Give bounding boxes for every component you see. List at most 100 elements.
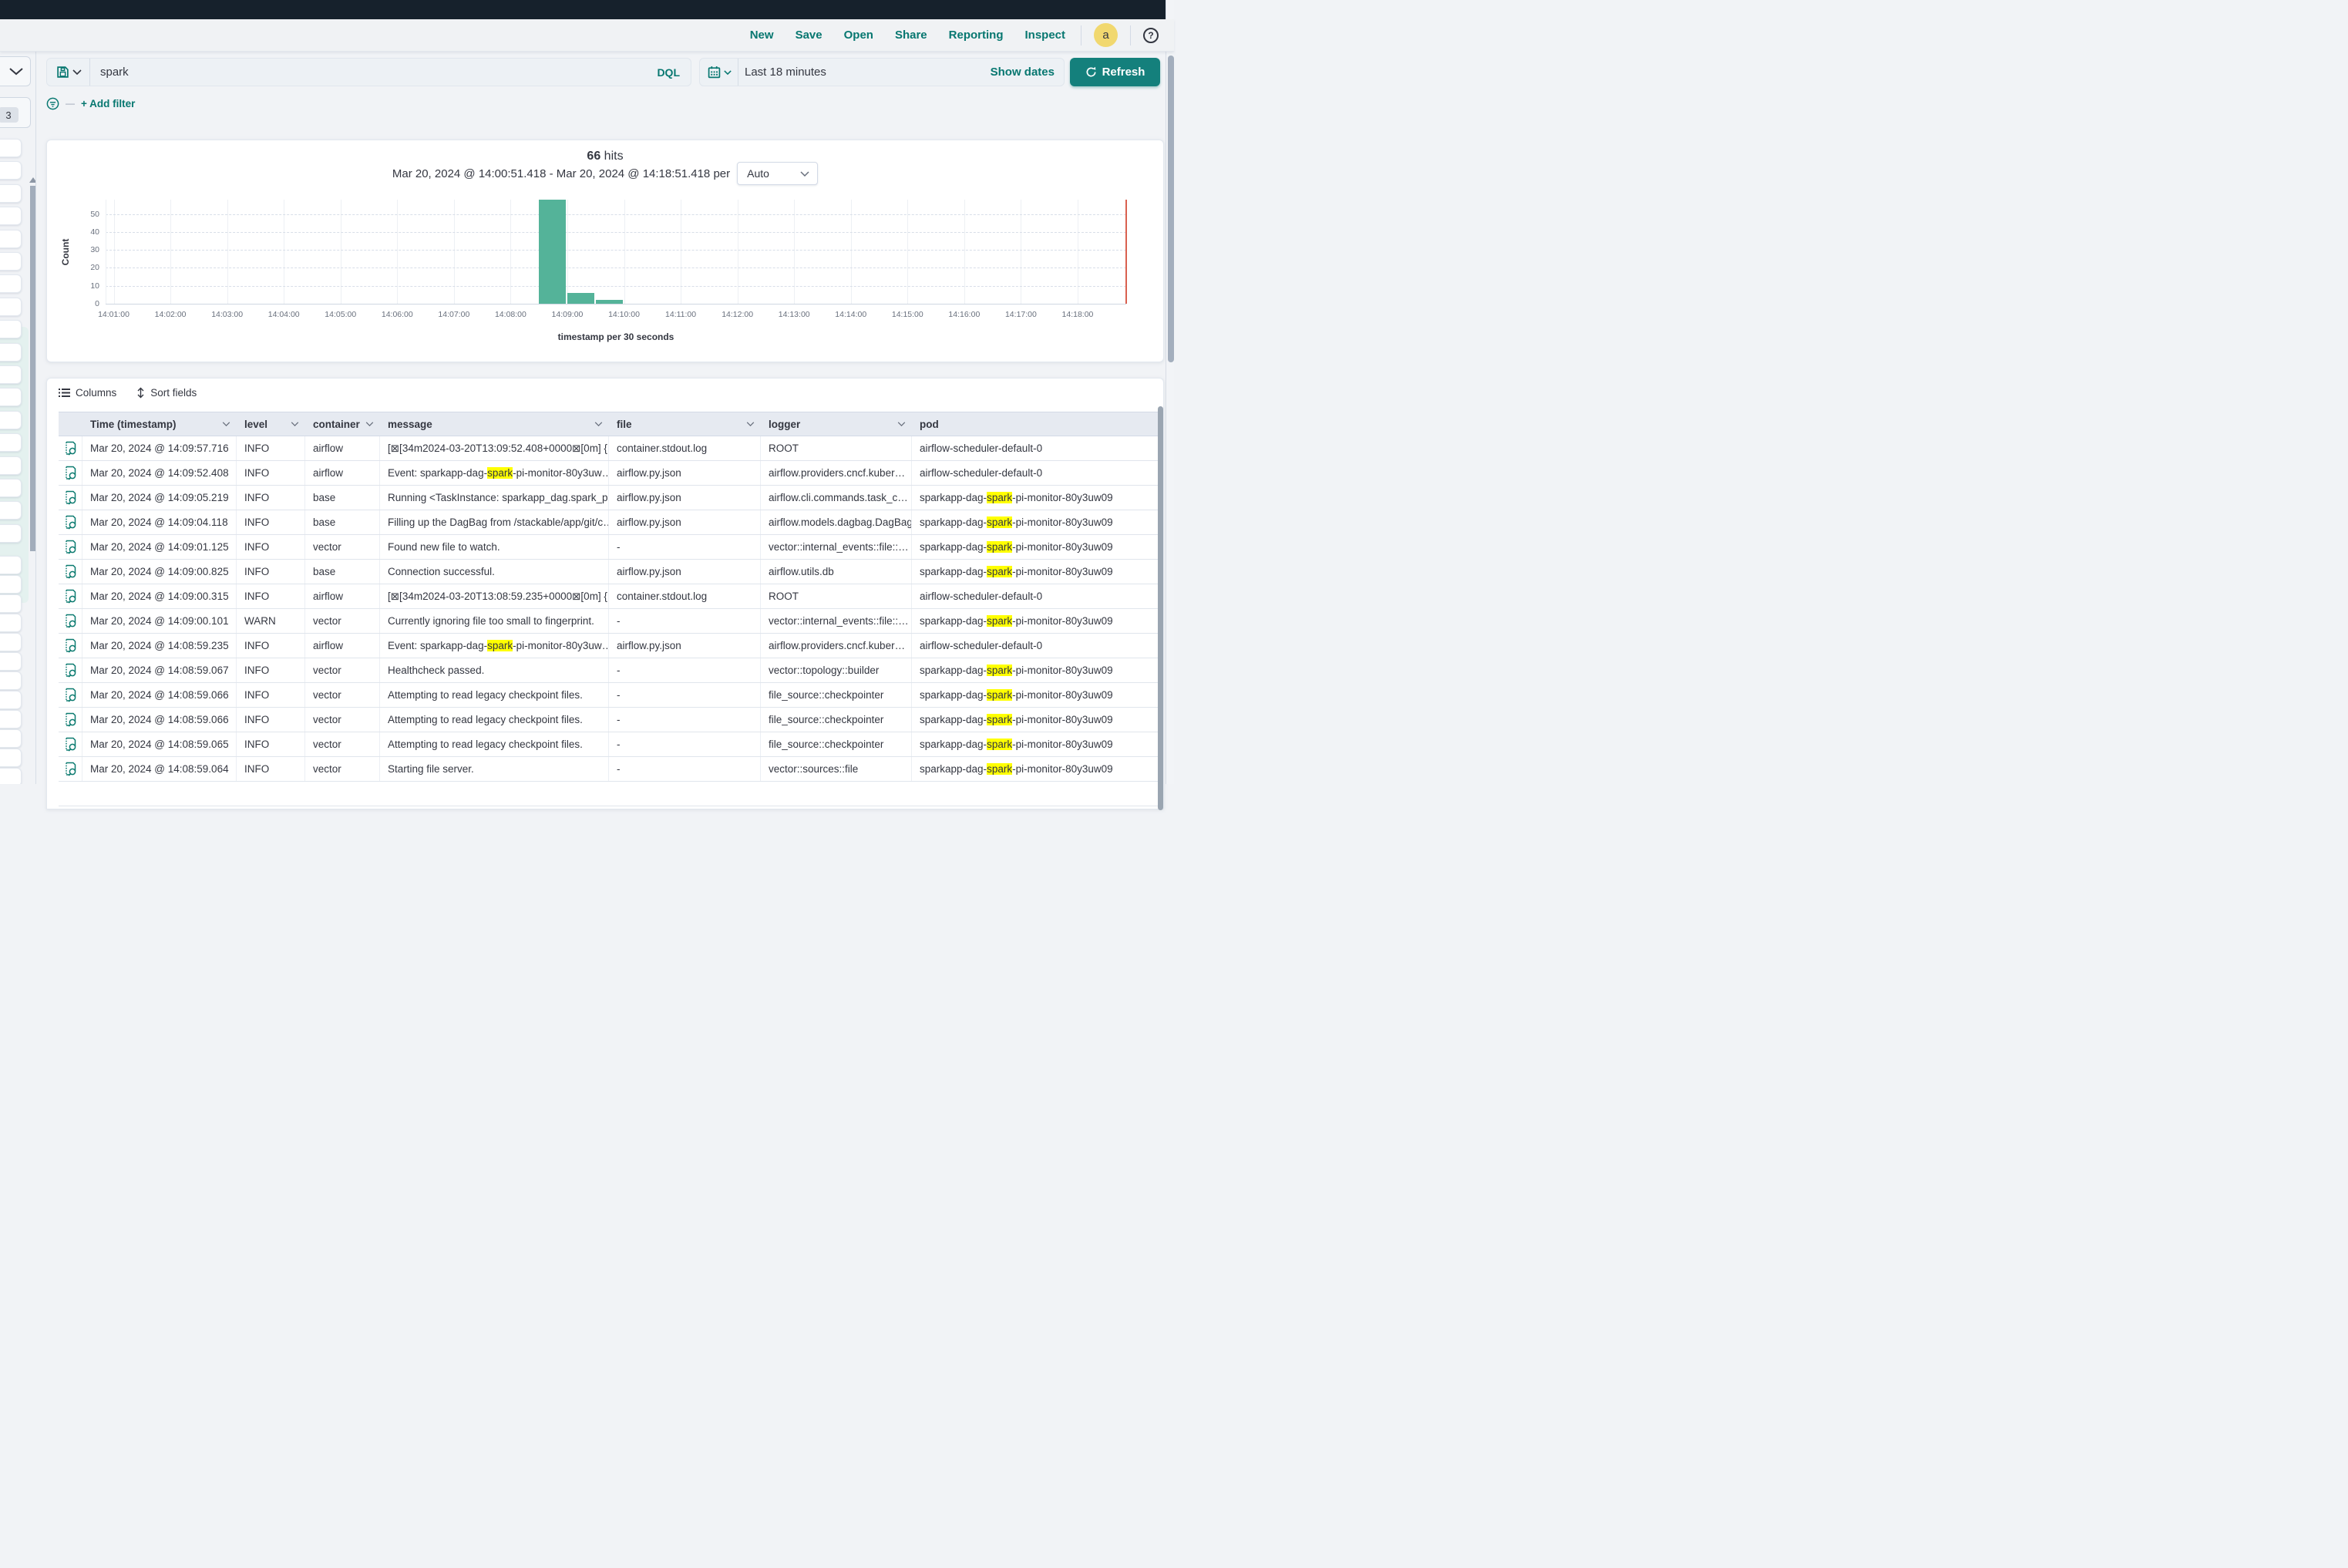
- query-language-button[interactable]: DQL: [646, 66, 691, 79]
- field-card[interactable]: [0, 556, 22, 574]
- field-card[interactable]: [0, 749, 22, 767]
- field-card[interactable]: ✕: [0, 207, 22, 225]
- cell-file: -: [609, 609, 761, 633]
- field-card[interactable]: [0, 614, 22, 632]
- field-card[interactable]: [0, 671, 22, 690]
- column-header-time-timestamp-[interactable]: Time (timestamp): [82, 412, 237, 436]
- cell-file: airflow.py.json: [609, 634, 761, 658]
- column-header-file[interactable]: file: [609, 412, 761, 436]
- sort-fields-button[interactable]: Sort fields: [136, 387, 197, 399]
- column-header-label: container: [313, 419, 360, 430]
- nav-link-open[interactable]: Open: [844, 29, 873, 42]
- field-card[interactable]: [0, 501, 22, 520]
- documents-table-panel: Columns Sort fields Time (timestamp)leve…: [46, 378, 1164, 809]
- expand-row-button[interactable]: [59, 683, 82, 707]
- field-card[interactable]: [0, 691, 22, 709]
- expand-row-button[interactable]: [59, 634, 82, 658]
- field-card[interactable]: [0, 252, 22, 271]
- sidebar-collapse-toggle[interactable]: [0, 56, 31, 86]
- inspect-document-icon: [64, 466, 77, 480]
- field-card[interactable]: [0, 230, 22, 248]
- chevron-down-icon: [222, 422, 230, 426]
- field-card[interactable]: [0, 184, 22, 203]
- field-card[interactable]: [0, 274, 22, 293]
- filter-icon[interactable]: [46, 97, 59, 110]
- nav-link-save[interactable]: Save: [796, 29, 822, 42]
- field-card[interactable]: [0, 710, 22, 728]
- table-scrollbar[interactable]: [1158, 406, 1163, 810]
- field-card[interactable]: [0, 411, 22, 429]
- cell-container: vector: [305, 708, 380, 732]
- field-card[interactable]: [0, 161, 22, 180]
- field-card[interactable]: [0, 456, 22, 475]
- expand-row-button[interactable]: [59, 757, 82, 781]
- field-card[interactable]: [0, 365, 22, 384]
- field-card[interactable]: [0, 343, 22, 362]
- field-card[interactable]: [0, 479, 22, 497]
- field-card[interactable]: [0, 320, 22, 338]
- x-tick-label: 14:15:00: [880, 310, 934, 319]
- expand-row-button[interactable]: [59, 609, 82, 633]
- expand-row-button[interactable]: [59, 732, 82, 756]
- histogram-bar[interactable]: [596, 300, 623, 304]
- field-card[interactable]: [0, 575, 22, 594]
- field-card[interactable]: [0, 433, 22, 452]
- cell-logger: vector::topology::builder: [761, 658, 912, 682]
- expand-row-button[interactable]: [59, 658, 82, 682]
- cell-container: vector: [305, 757, 380, 781]
- columns-button[interactable]: Columns: [59, 387, 116, 399]
- x-tick-label: 14:14:00: [824, 310, 878, 319]
- field-card[interactable]: [0, 298, 22, 316]
- nav-link-share[interactable]: Share: [895, 29, 927, 42]
- field-card[interactable]: [0, 729, 22, 748]
- expand-row-button[interactable]: [59, 486, 82, 510]
- field-card[interactable]: [0, 633, 22, 651]
- nav-link-reporting[interactable]: Reporting: [949, 29, 1004, 42]
- expand-row-button[interactable]: [59, 436, 82, 460]
- chart-gridline: [170, 200, 171, 304]
- table-row: Mar 20, 2024 @ 14:09:05.219INFObaseRunni…: [59, 486, 1158, 510]
- sidebar-scrollbar[interactable]: [30, 186, 35, 551]
- expand-row-button[interactable]: [59, 535, 82, 559]
- column-header-message[interactable]: message: [380, 412, 609, 436]
- search-query-input[interactable]: spark: [90, 66, 646, 79]
- column-header-container[interactable]: container: [305, 412, 380, 436]
- add-filter-button[interactable]: + Add filter: [81, 98, 135, 109]
- expand-row-button[interactable]: [59, 461, 82, 485]
- cell-level: INFO: [237, 757, 305, 781]
- time-range-value[interactable]: Last 18 minutes: [738, 66, 991, 79]
- column-header-logger[interactable]: logger: [761, 412, 912, 436]
- cell-text: sparkapp-dag-: [920, 615, 987, 627]
- field-card[interactable]: [0, 388, 22, 406]
- nav-link-new[interactable]: New: [750, 29, 774, 42]
- x-tick-label: 14:11:00: [654, 310, 708, 319]
- help-icon[interactable]: ?: [1143, 28, 1159, 43]
- histogram-bar[interactable]: [539, 200, 566, 304]
- cell-message: Attempting to read legacy checkpoint fil…: [380, 732, 609, 756]
- field-card[interactable]: [0, 524, 22, 543]
- column-header-level[interactable]: level: [237, 412, 305, 436]
- expand-row-button[interactable]: [59, 560, 82, 584]
- cell-text: -pi-monitor-80y3uw09: [1012, 665, 1113, 676]
- avatar[interactable]: a: [1094, 23, 1118, 47]
- chart-gridline: [106, 214, 1126, 215]
- expand-row-button[interactable]: [59, 510, 82, 534]
- histogram-bar[interactable]: [567, 293, 594, 304]
- column-header-pod[interactable]: pod: [912, 412, 1158, 436]
- field-card[interactable]: [0, 139, 22, 157]
- sidebar-scroll-up-icon[interactable]: [29, 177, 36, 183]
- refresh-button[interactable]: Refresh: [1070, 58, 1160, 86]
- expand-row-button[interactable]: [59, 584, 82, 608]
- histogram-chart[interactable]: 0102030405014:01:0014:02:0014:03:0014:04…: [47, 140, 1163, 362]
- cell-text: -pi-monitor-80y3uw09: [1012, 492, 1113, 503]
- field-card[interactable]: [0, 768, 22, 784]
- date-quick-select[interactable]: [700, 59, 738, 86]
- show-dates-button[interactable]: Show dates: [991, 66, 1064, 79]
- field-card[interactable]: [0, 594, 22, 613]
- field-card[interactable]: [0, 652, 22, 671]
- nav-link-inspect[interactable]: Inspect: [1024, 29, 1065, 42]
- saved-query-menu[interactable]: [47, 59, 90, 86]
- page-scrollbar[interactable]: [1168, 56, 1174, 362]
- x-tick-label: 14:02:00: [143, 310, 197, 319]
- expand-row-button[interactable]: [59, 708, 82, 732]
